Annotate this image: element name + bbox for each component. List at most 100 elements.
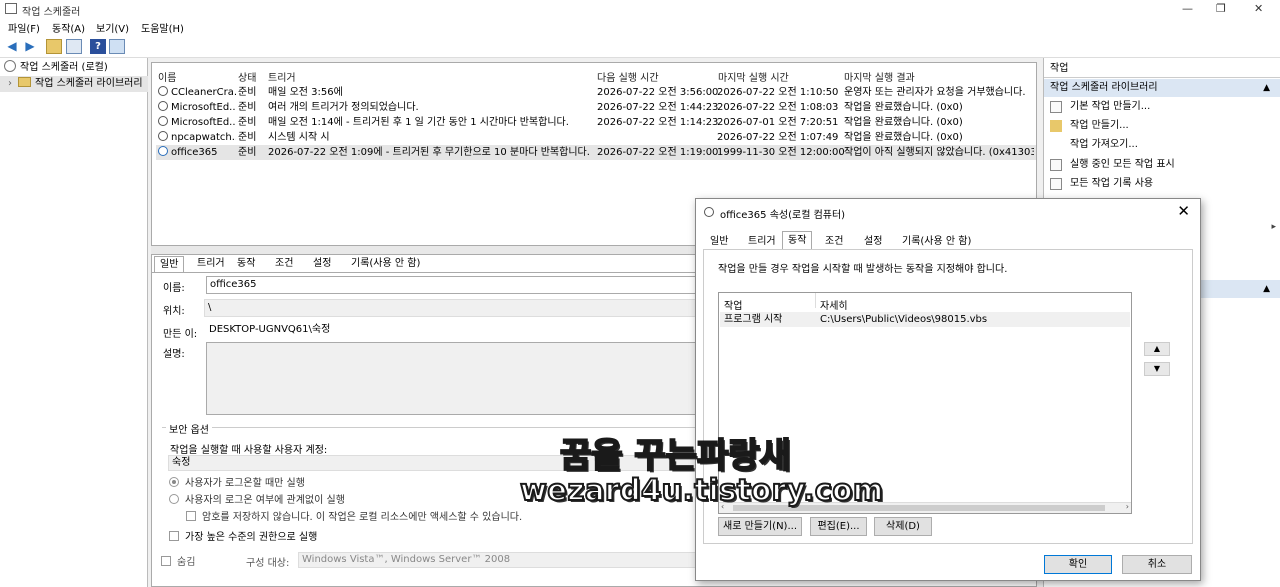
location-label: 위치: [163,306,185,317]
task-last-run: 2026-07-22 오전 1:07:49 [717,132,839,143]
table-row-selected[interactable]: office365 준비 2026-07-22 오전 1:09에 - 트리거된 … [156,145,1036,160]
tree-root[interactable]: 작업 스케줄러 (로컬) [0,60,148,76]
actions-header: 작업 [1044,60,1280,78]
radio-logon-only[interactable]: 사용자가 로그온할 때만 실행 [169,474,305,489]
wizard-icon [1050,101,1062,113]
new-action-button[interactable]: 새로 만들기(N)... [718,517,802,536]
action-enable-history[interactable]: 모든 작업 기록 사용 [1044,175,1280,193]
edit-action-button[interactable]: 편집(E)... [810,517,867,536]
close-icon[interactable]: ✕ [1254,2,1263,15]
col-detail[interactable]: 자세히 [820,297,848,312]
menu-action[interactable]: 동작(A) [52,20,85,35]
tab-triggers[interactable]: 트리거 [192,256,230,272]
col-status[interactable]: 상태 [238,69,256,84]
actions-description: 작업을 만들 경우 작업을 시작할 때 발생하는 동작을 지정해야 합니다. [718,264,1008,275]
dialog-tab-actions[interactable]: 동작 [782,231,813,250]
console-tree-icon[interactable] [66,39,82,54]
tab-actions[interactable]: 동작 [232,256,260,272]
clock-icon [4,60,16,72]
radio-any-logon[interactable]: 사용자의 로그온 여부에 관계없이 실행 [169,491,345,506]
tree-library-label: 작업 스케줄러 라이브러리 [35,78,143,89]
cancel-button[interactable]: 취소 [1122,555,1192,574]
col-name[interactable]: 이름 [158,69,176,84]
task-result: 작업을 완료했습니다. (0x0) [844,102,963,113]
config-value[interactable]: Windows Vista™, Windows Server™ 2008 [298,552,698,568]
tab-general[interactable]: 일반 [154,256,185,272]
expand-chevron-icon[interactable]: › [8,78,12,89]
task-last-run: 2026-07-01 오전 7:20:51 [717,117,839,128]
dialog-tab-settings[interactable]: 설정 [859,233,887,250]
task-status: 준비 [238,132,257,143]
col-action[interactable]: 작업 [724,297,742,312]
col-last-result[interactable]: 마지막 실행 결과 [844,69,915,84]
minimize-icon[interactable]: — [1182,2,1193,15]
table-row[interactable]: MicrosoftEd... 준비 여러 개의 트리거가 정의되었습니다. 20… [156,100,1036,115]
checkbox-hidden[interactable]: 숨김 [161,553,195,568]
task-status: 준비 [238,147,257,158]
delete-action-button[interactable]: 삭제(D) [874,517,932,536]
table-row[interactable]: npcapwatch... 준비 시스템 시작 시 2026-07-22 오전 … [156,130,1036,145]
task-clock-icon [158,101,168,111]
toolbar: ◀ ▶ ? [0,36,1280,58]
task-icon [1050,120,1062,132]
menu-view[interactable]: 보기(V) [96,20,129,35]
collapse-up-icon[interactable]: ▲ [1263,83,1270,93]
col-trigger[interactable]: 트리거 [268,69,296,84]
action-label: 작업 만들기... [1070,120,1129,131]
column-divider [815,293,816,308]
checkbox-no-password[interactable]: 암호를 저장하지 않습니다. 이 작업은 로컬 리소스에만 액세스할 수 있습니… [186,508,522,523]
task-next-run: 2026-07-22 오전 1:19:00 [597,147,719,158]
task-last-run: 1999-11-30 오전 12:00:00 [717,147,845,158]
close-icon[interactable]: ✕ [1177,202,1190,220]
back-arrow-icon[interactable]: ◀ [4,39,20,54]
submenu-arrow-icon[interactable]: ▸ [1271,222,1276,232]
scroll-right-icon[interactable]: › [1126,502,1129,511]
help-icon[interactable]: ? [90,39,106,54]
task-name: MicrosoftEd... [171,117,236,128]
table-row[interactable]: MicrosoftEd... 준비 매일 오전 1:14에 - 트리거된 후 1… [156,115,1036,130]
tab-settings[interactable]: 설정 [308,256,336,272]
table-row[interactable]: CCleanerCra... 준비 매일 오전 3:56에 2026-07-22… [156,85,1036,100]
tab-conditions[interactable]: 조건 [270,256,298,272]
dialog-tab-general[interactable]: 일반 [705,233,733,250]
tab-history[interactable]: 기록(사용 안 함) [346,256,425,272]
action-type: 프로그램 시작 [724,314,783,325]
col-next-run[interactable]: 다음 실행 시간 [597,69,659,84]
name-field[interactable]: office365 [206,276,706,294]
task-status: 준비 [238,87,257,98]
ok-button[interactable]: 확인 [1044,555,1112,574]
dialog-tab-history[interactable]: 기록(사용 안 함) [897,233,976,250]
clock-icon [704,207,714,217]
task-last-run: 2026-07-22 오전 1:10:50 [717,87,839,98]
folder-icon [18,77,31,87]
description-field[interactable] [206,342,706,415]
watermark-url: wezard4u.tistory.com [519,472,884,508]
forward-arrow-icon[interactable]: ▶ [22,39,38,54]
action-import-task[interactable]: 작업 가져오기... [1044,136,1280,154]
checkbox-highest-label: 가장 높은 수준의 권한으로 실행 [185,532,318,543]
action-pane-icon[interactable] [109,39,125,54]
folder-icon[interactable] [46,39,62,54]
action-label: 작업 가져오기... [1070,139,1138,150]
task-last-run: 2026-07-22 오전 1:08:03 [717,102,839,113]
move-up-button[interactable]: ▲ [1144,342,1170,356]
task-trigger: 여러 개의 트리거가 정의되었습니다. [268,102,419,113]
action-create-task[interactable]: 작업 만들기... [1044,117,1280,135]
config-label: 구성 대상: [246,558,290,569]
move-down-button[interactable]: ▼ [1144,362,1170,376]
maximize-icon[interactable]: ❐ [1216,2,1226,15]
collapse-up-icon[interactable]: ▲ [1263,284,1270,294]
task-name: MicrosoftEd... [171,102,236,113]
menu-file[interactable]: 파일(F) [8,20,40,35]
checkbox-highest-privileges[interactable]: 가장 높은 수준의 권한으로 실행 [169,528,317,543]
action-display-running[interactable]: 실행 중인 모든 작업 표시 [1044,156,1280,174]
actions-section[interactable]: 작업 스케줄러 라이브러리 [1044,79,1280,97]
tree-library[interactable]: › 작업 스케줄러 라이브러리 [0,76,148,92]
dialog-tab-conditions[interactable]: 조건 [820,233,848,250]
action-row[interactable]: 프로그램 시작 C:\Users\Public\Videos\98015.vbs [720,312,1130,327]
col-last-run[interactable]: 마지막 실행 시간 [718,69,789,84]
menu-help[interactable]: 도움말(H) [141,20,184,35]
dialog-tab-triggers[interactable]: 트리거 [743,233,781,250]
action-create-basic-task[interactable]: 기본 작업 만들기... [1044,98,1280,116]
checkbox-icon [161,556,171,566]
